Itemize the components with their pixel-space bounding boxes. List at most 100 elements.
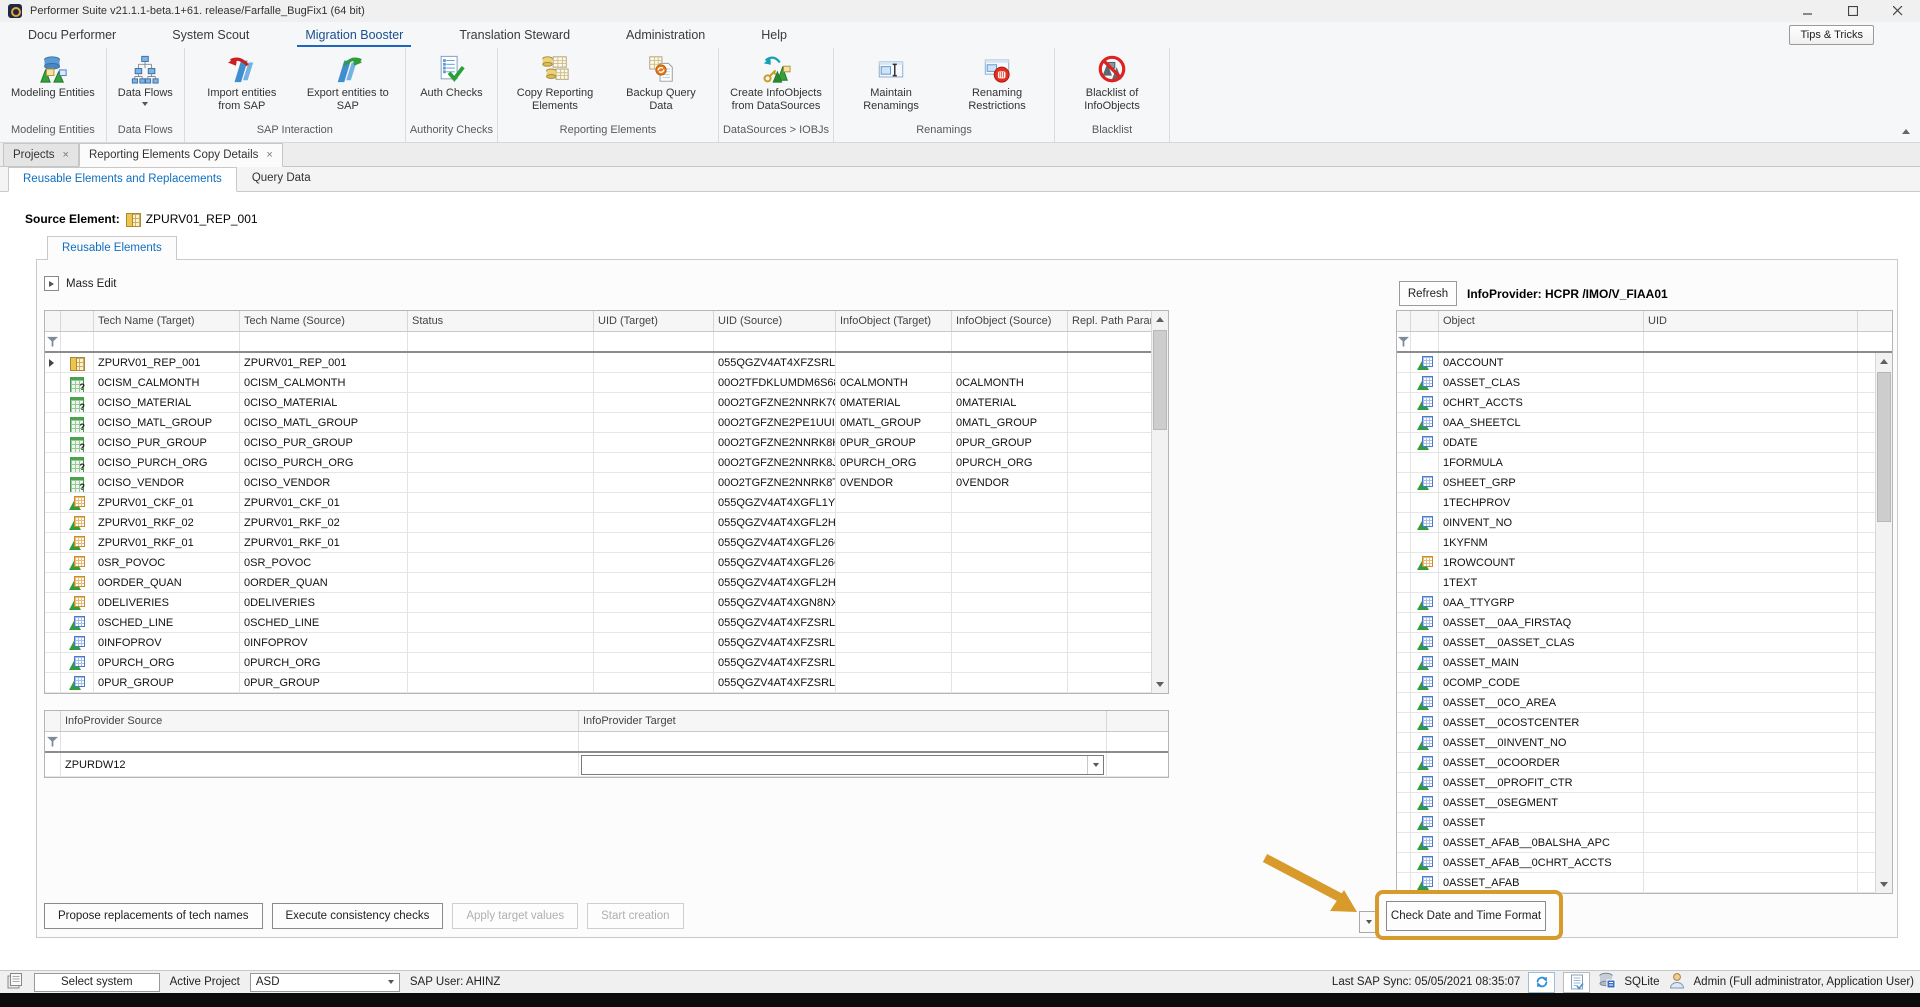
list-item[interactable]: 0ASSET__0SEGMENT [1397,793,1892,813]
maintain-renamings-button[interactable]: Maintain Renamings [838,50,944,115]
column-header[interactable]: Object [1439,311,1644,331]
filter-row[interactable] [1397,332,1892,353]
list-item[interactable]: 0INVENT_NO [1397,513,1892,533]
list-item[interactable]: 0SHEET_GRP [1397,473,1892,493]
maximize-button[interactable] [1830,0,1875,22]
auth-checks-button[interactable]: Auth Checks [413,50,489,103]
scroll-up-button[interactable] [1152,311,1168,328]
dropdown-button[interactable] [1087,756,1103,774]
list-item[interactable]: 0ASSET__0INVENT_NO [1397,733,1892,753]
database-label[interactable]: SQLite [1624,976,1659,988]
filter-row[interactable] [45,332,1168,353]
table-row[interactable]: 0SCHED_LINE 0SCHED_LINE 055QGZV4AT4XFZSR… [45,613,1168,633]
menu-migration-booster[interactable]: Migration Booster [291,23,417,47]
table-row[interactable]: 0DELIVERIES 0DELIVERIES 055QGZV4AT4XGN8N… [45,593,1168,613]
list-item[interactable]: 0ASSET__0ASSET_CLAS [1397,633,1892,653]
export-entities-button[interactable]: Export entities to SAP [295,50,401,115]
list-item[interactable]: 0ASSET__0AA_FIRSTAQ [1397,613,1892,633]
tab-projects[interactable]: Projects× [3,143,79,166]
list-item[interactable]: 0ASSET_AFAB__0BALSHA_APC [1397,833,1892,853]
table-row[interactable]: ZPURV01_CKF_01 ZPURV01_CKF_01 055QGZV4AT… [45,493,1168,513]
close-tab-icon[interactable]: × [63,149,69,161]
table-row[interactable]: 0PURCH_ORG 0PURCH_ORG 055QGZV4AT4XFZSRLR… [45,653,1168,673]
current-user-label[interactable]: Admin (Full administrator, Application U… [1694,976,1915,988]
create-infoobjects-button[interactable]: Create InfoObjects from DataSources [723,50,829,115]
tab-reusable-elements[interactable]: Reusable Elements [47,236,177,260]
collapse-ribbon-button[interactable] [1898,124,1914,138]
list-item[interactable]: 0AA_SHEETCL [1397,413,1892,433]
menu-administration[interactable]: Administration [612,23,719,47]
table-row[interactable]: ZPURV01_REP_001 ZPURV01_REP_001 055QGZV4… [45,353,1168,373]
table-row[interactable]: 0CISO_PURCH_ORG 0CISO_PURCH_ORG 00O2TGFZ… [45,453,1168,473]
close-tab-icon[interactable]: × [266,149,272,161]
list-item[interactable]: 0DATE [1397,433,1892,453]
list-item[interactable]: 1TECHPROV [1397,493,1892,513]
scroll-down-button[interactable] [1152,676,1168,693]
list-item[interactable]: 1TEXT [1397,573,1892,593]
column-header[interactable]: Tech Name (Source) [240,311,408,331]
list-item[interactable]: 1FORMULA [1397,453,1892,473]
table-row[interactable]: 0PUR_GROUP 0PUR_GROUP 055QGZV4AT4XFZSRLR… [45,673,1168,693]
list-item[interactable]: 1ROWCOUNT [1397,553,1892,573]
table-row[interactable]: 0CISO_MATERIAL 0CISO_MATERIAL 00O2TGFZNE… [45,393,1168,413]
table-row[interactable]: 0ORDER_QUAN 0ORDER_QUAN 055QGZV4AT4XGFL2… [45,573,1168,593]
column-header[interactable]: UID (Target) [594,311,714,331]
execute-consistency-checks-button[interactable]: Execute consistency checks [272,903,444,929]
vertical-scrollbar[interactable] [1875,353,1892,893]
systems-icon[interactable] [6,972,24,993]
report-button[interactable] [1563,972,1590,993]
data-flows-button[interactable]: Data Flows [111,50,180,109]
list-item[interactable]: 0ACCOUNT [1397,353,1892,373]
check-date-time-format-button[interactable]: Check Date and Time Format [1386,901,1546,931]
infoprovider-row[interactable]: ZPURDW12 [45,753,1168,777]
column-header[interactable]: UID (Source) [714,311,836,331]
infoprovider-source-cell[interactable]: ZPURDW12 [61,753,579,776]
tab-reusable-elements-and-replacements[interactable]: Reusable Elements and Replacements [8,167,237,192]
menu-docu-performer[interactable]: Docu Performer [14,23,130,47]
list-item[interactable]: 0ASSET__0COSTCENTER [1397,713,1892,733]
column-header[interactable]: InfoObject (Source) [952,311,1068,331]
list-item[interactable]: 1KYFNM [1397,533,1892,553]
tab-query-data[interactable]: Query Data [237,166,326,191]
expand-icon[interactable] [44,276,59,291]
column-header[interactable]: InfoObject (Target) [836,311,952,331]
table-row[interactable]: 0INFOPROV 0INFOPROV 055QGZV4AT4XFZSRLRUL… [45,633,1168,653]
blacklist-infoobjects-button[interactable]: Blacklist of InfoObjects [1059,50,1165,115]
scrollbar-thumb[interactable] [1877,372,1891,522]
menu-help[interactable]: Help [747,23,801,47]
menu-system-scout[interactable]: System Scout [158,23,263,47]
mass-edit-expander[interactable]: Mass Edit [44,276,117,291]
list-item[interactable]: 0CHRT_ACCTS [1397,393,1892,413]
column-header[interactable]: InfoProvider Source [61,711,579,731]
sync-button[interactable] [1528,972,1555,993]
propose-replacements-button[interactable]: Propose replacements of tech names [44,903,263,929]
column-header[interactable]: Status [408,311,594,331]
tips-and-tricks-button[interactable]: Tips & Tricks [1789,25,1874,45]
table-row[interactable]: 0SR_POVOC 0SR_POVOC 055QGZV4AT4XGFL26GAV… [45,553,1168,573]
table-row[interactable]: 0CISO_VENDOR 0CISO_VENDOR 00O2TGFZNE2NNR… [45,473,1168,493]
column-header[interactable]: Tech Name (Target) [94,311,240,331]
table-row[interactable]: 0CISO_PUR_GROUP 0CISO_PUR_GROUP 00O2TGFZ… [45,433,1168,453]
table-row[interactable]: 0CISO_MATL_GROUP 0CISO_MATL_GROUP 00O2TG… [45,413,1168,433]
vertical-scrollbar[interactable] [1151,311,1168,693]
list-item[interactable]: 0AA_TTYGRP [1397,593,1892,613]
list-item[interactable]: 0ASSET__0PROFIT_CTR [1397,773,1892,793]
list-item[interactable]: 0ASSET__0CO_AREA [1397,693,1892,713]
close-button[interactable] [1875,0,1920,22]
list-item[interactable]: 0COMP_CODE [1397,673,1892,693]
scroll-up-button[interactable] [1876,353,1892,370]
table-row[interactable]: 0CISM_CALMONTH 0CISM_CALMONTH 00O2TFDKLU… [45,373,1168,393]
import-entities-button[interactable]: Import entities from SAP [189,50,295,115]
table-row[interactable]: ZPURV01_RKF_02 ZPURV01_RKF_02 055QGZV4AT… [45,513,1168,533]
list-item[interactable]: 0ASSET_MAIN [1397,653,1892,673]
refresh-button[interactable]: Refresh [1399,281,1457,306]
select-system-button[interactable]: Select system [34,973,160,992]
copy-reporting-elements-button[interactable]: Copy Reporting Elements [502,50,608,115]
list-item[interactable]: 0ASSET [1397,813,1892,833]
filter-row[interactable] [45,732,1168,753]
minimize-button[interactable] [1785,0,1830,22]
menu-translation-steward[interactable]: Translation Steward [445,23,584,47]
list-item[interactable]: 0ASSET_AFAB__0CHRT_ACCTS [1397,853,1892,873]
column-header[interactable]: InfoProvider Target [579,711,1107,731]
infoprovider-target-combobox[interactable] [581,755,1104,775]
